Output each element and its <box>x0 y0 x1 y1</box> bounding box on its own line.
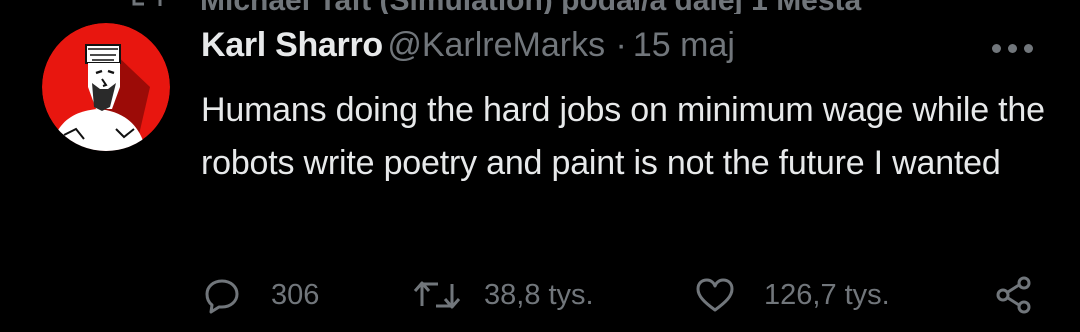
author-name[interactable]: Karl Sharro <box>201 26 383 64</box>
separator: · <box>615 26 627 64</box>
like-button[interactable]: 126,7 tys. <box>694 270 890 320</box>
avatar[interactable] <box>42 23 170 151</box>
retweet-icon <box>130 0 164 14</box>
heart-icon <box>694 276 736 314</box>
reply-icon <box>203 276 241 314</box>
retweet-count: 38,8 tys. <box>484 278 594 311</box>
author-handle[interactable]: @KarlreMarks <box>387 26 605 64</box>
retweet-context[interactable]: Michael Taft (Simulation) podał/a dalej … <box>0 0 1080 14</box>
share-icon <box>994 275 1034 315</box>
share-button[interactable] <box>994 270 1034 320</box>
more-options-icon[interactable] <box>992 44 1036 56</box>
retweet-icon <box>412 276 462 314</box>
tweet-text: Humans doing the hard jobs on minimum wa… <box>201 91 1045 182</box>
tweet-date[interactable]: 15 maj <box>633 26 735 64</box>
retweet-button[interactable]: 38,8 tys. <box>412 270 594 320</box>
reply-count: 306 <box>271 278 320 311</box>
tweet-actions: 306 38,8 tys. 126,7 tys. <box>0 270 1080 320</box>
reply-button[interactable]: 306 <box>203 270 319 320</box>
like-count: 126,7 tys. <box>764 278 890 311</box>
context-text: Michael Taft (Simulation) podał/a dalej … <box>200 0 861 14</box>
tweet-header: Karl Sharro @KarlreMarks · 15 maj <box>201 26 735 72</box>
